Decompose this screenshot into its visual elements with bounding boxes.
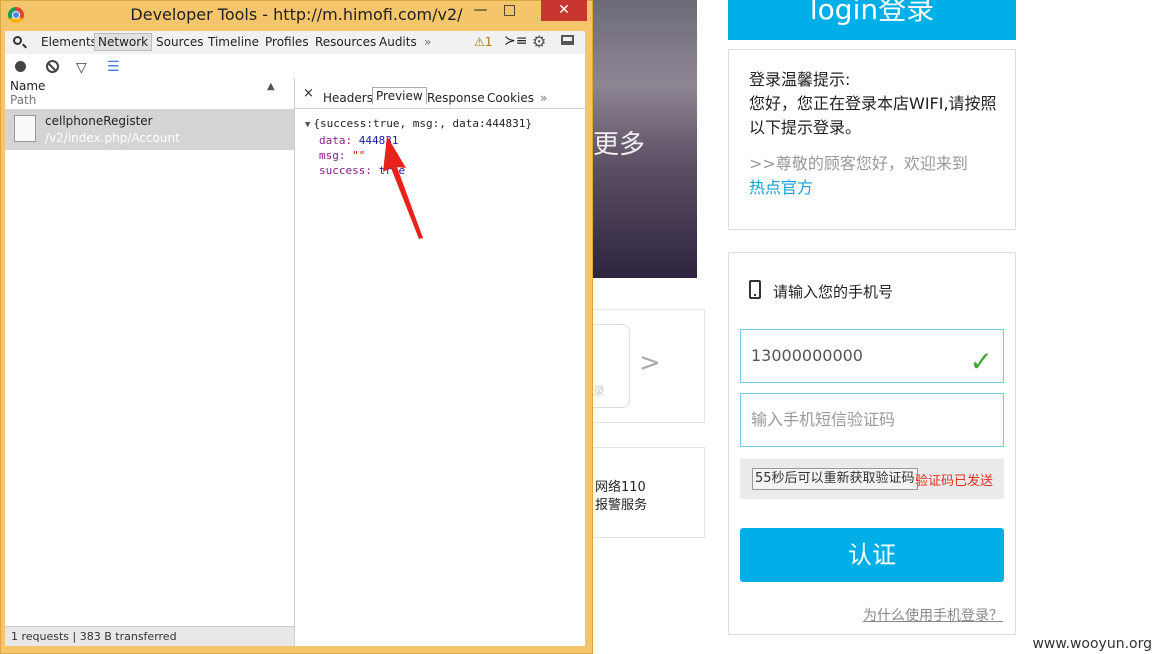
json-summary-line[interactable]: ▼ {success:true, msg:, data:444831} [305, 116, 532, 133]
close-button[interactable]: ✕ [541, 0, 587, 21]
devtools-toolbar: Elements Network Sources Timeline Profil… [5, 31, 585, 55]
minimize-button[interactable]: — [467, 0, 494, 21]
maximize-button[interactable]: □ [496, 0, 523, 21]
devtools-content: ▽ ☰ Name Path ▲ cellphoneRegister /v2/in… [5, 54, 585, 646]
sort-ascending-icon[interactable]: ▲ [267, 81, 275, 92]
why-phone-login-link[interactable]: 为什么使用手机登录？ [863, 605, 1003, 625]
tab-preview[interactable]: Preview [372, 87, 427, 105]
tab-timeline[interactable]: Timeline [208, 35, 259, 49]
name-column-header[interactable]: Name Path [10, 79, 45, 107]
document-icon [14, 115, 36, 142]
phone-number-input[interactable]: 13000000000 ✓ [740, 329, 1004, 383]
field-key: data [319, 134, 346, 147]
code-sent-status: 验证码已发送 [915, 474, 994, 489]
tab-network[interactable]: Network [94, 33, 153, 51]
column-path-label: Path [10, 93, 37, 107]
hero-text: 更多 [593, 130, 646, 160]
login-banner: login登录 [728, 0, 1016, 40]
watermark: www.wooyun.org [1032, 636, 1152, 652]
notice-title: 登录温馨提示: [749, 70, 851, 89]
tab-resources[interactable]: Resources [315, 35, 376, 49]
record-icon[interactable] [15, 61, 26, 72]
resend-code-button[interactable]: 55秒后可以重新获取验证码 [752, 468, 918, 490]
notice-hotspot-link[interactable]: 热点官方 [749, 174, 813, 198]
tab-profiles[interactable]: Profiles [265, 35, 309, 49]
gear-icon[interactable]: ⚙ [532, 32, 546, 51]
tab-audits[interactable]: Audits [379, 35, 417, 49]
table-row[interactable]: cellphoneRegister /v2/index.php/Account [5, 109, 294, 150]
card-line-2: 报警服务 [595, 498, 648, 513]
notice-welcome: >>尊敬的顾客您好，欢迎来到 [749, 154, 968, 173]
window-titlebar[interactable]: Developer Tools - http://m.himofi.com/v2… [0, 0, 593, 29]
mobile-phone-icon [749, 280, 761, 299]
close-icon[interactable]: × [303, 86, 314, 101]
tab-cookies[interactable]: Cookies [487, 91, 534, 105]
request-detail-pane: × Headers Preview Response Cookies » ▼ {s… [295, 78, 585, 646]
request-path: /v2/index.php/Account [45, 131, 180, 145]
console-icon[interactable]: ≻≡ [504, 33, 527, 49]
tab-sources[interactable]: Sources [156, 35, 203, 49]
card-faint-text: 录 [593, 384, 606, 398]
more-tabs-icon[interactable]: » [424, 35, 431, 49]
sms-code-placeholder: 输入手机短信验证码 [751, 410, 896, 429]
clear-icon[interactable] [46, 60, 59, 73]
detail-tabs: × Headers Preview Response Cookies » [295, 78, 585, 109]
column-name-label: Name [10, 79, 46, 93]
phone-number-value: 13000000000 [751, 346, 863, 365]
filter-icon[interactable]: ▽ [76, 60, 87, 76]
notice-text: 登录温馨提示: 您好，您正在登录本店WIFI,请按照以下提示登录。 [749, 68, 1009, 140]
network-status-bar: 1 requests | 383 B transferred [5, 626, 294, 646]
sms-code-input[interactable]: 输入手机短信验证码 [740, 393, 1004, 447]
card-line-1: 网络110 [595, 480, 646, 495]
phone-label: 请输入您的手机号 [773, 283, 894, 301]
warning-badge[interactable]: ⚠1 [474, 35, 492, 49]
annotation-arrow [383, 136, 423, 239]
police-card[interactable]: 网络110 报警服务 [593, 447, 705, 538]
dock-icon[interactable] [561, 35, 574, 45]
sms-code-bar: 55秒后可以重新获取验证码 验证码已发送 [740, 459, 1004, 499]
more-detail-tabs-icon[interactable]: » [540, 91, 547, 105]
chevron-right-icon: > [639, 348, 661, 378]
menu-card[interactable]: 录 > [593, 309, 705, 423]
field-value: "" [352, 149, 366, 162]
field-key: msg [319, 149, 339, 162]
field-key: success [319, 164, 366, 177]
tab-headers[interactable]: Headers [323, 91, 373, 105]
phone-login-form: 请输入您的手机号 13000000000 ✓ 输入手机短信验证码 55秒后可以重… [728, 252, 1016, 635]
large-rows-icon[interactable]: ☰ [107, 59, 120, 75]
search-icon[interactable] [13, 36, 22, 45]
request-name: cellphoneRegister [45, 114, 153, 128]
network-request-list: Name Path ▲ cellphoneRegister /v2/index.… [5, 78, 295, 646]
json-summary: {success:true, msg:, data:444831} [313, 117, 532, 130]
notice-body: 您好，您正在登录本店WIFI,请按照以下提示登录。 [749, 94, 997, 137]
verify-button[interactable]: 认证 [740, 528, 1004, 582]
expand-triangle-icon[interactable]: ▼ [305, 120, 310, 130]
tab-elements[interactable]: Elements [41, 35, 97, 49]
tab-response[interactable]: Response [427, 91, 485, 105]
check-icon: ✓ [969, 345, 993, 378]
login-notice-panel: 登录温馨提示: 您好，您正在登录本店WIFI,请按照以下提示登录。 >>尊敬的顾… [728, 49, 1016, 230]
